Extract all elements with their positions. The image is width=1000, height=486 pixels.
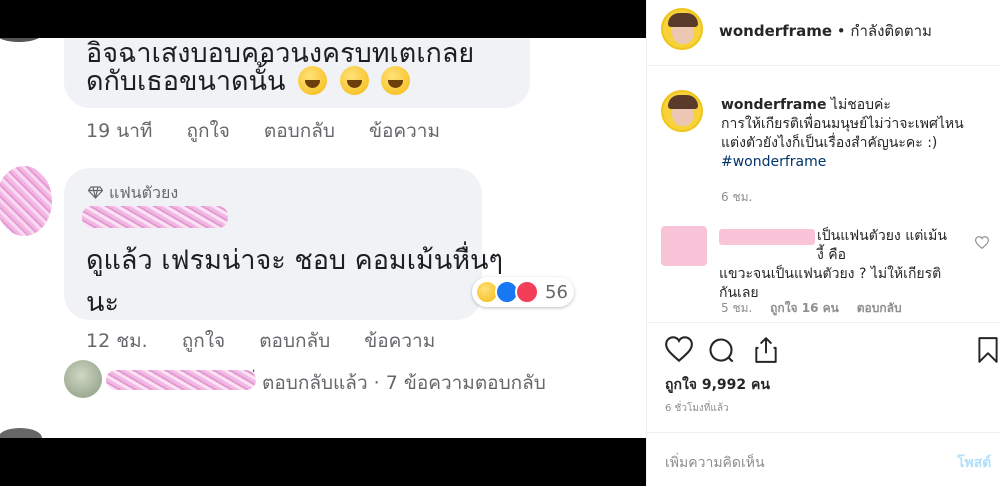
add-comment-bar: เพิ่มความคิดเห็น โพสต์: [647, 432, 1000, 486]
comment-meta: 5 ชม. ถูกใจ 16 คน ตอบกลับ: [721, 299, 916, 318]
facebook-comments-screenshot: อิจฉาเสงบอบคอวนงครบทเตเกลย ดกับเธอขนาดนั…: [0, 0, 646, 486]
message-link[interactable]: ข้อความ: [369, 120, 440, 142]
caption-time: 6 ชม.: [721, 190, 753, 204]
comment-meta: 12 ชม. ถูกใจ ตอบกลับ ข้อความ: [86, 326, 463, 356]
hashtag-link[interactable]: #wonderframe: [721, 154, 826, 170]
replier-avatar[interactable]: [64, 360, 102, 398]
grinning-sweat-emoji-icon: [298, 66, 328, 95]
like-link[interactable]: ถูกใจ: [182, 330, 225, 352]
top-fan-badge: แฟนตัวยง: [88, 181, 178, 206]
divider: [647, 322, 1000, 323]
caption-username[interactable]: wonderframe: [721, 97, 826, 113]
like-link[interactable]: ถูกใจ: [186, 120, 229, 142]
caption-avatar[interactable]: [661, 90, 703, 132]
caption-line2: การให้เกียรติเพื่อนมนุษย์ไม่ว่าจะเพศไหน: [721, 116, 964, 132]
bottom-black-bar: [0, 438, 646, 486]
comment-meta: 19 นาที ถูกใจ ตอบกลับ ข้อความ: [86, 116, 468, 146]
reply-button[interactable]: ตอบกลับ: [857, 301, 902, 315]
comment-icon[interactable]: [707, 336, 735, 364]
reply-link[interactable]: ตอบกลับ: [259, 330, 330, 352]
reaction-summary[interactable]: 56: [472, 277, 574, 307]
comment-likes-link[interactable]: ถูกใจ 16 คน: [770, 301, 839, 315]
comment-time: 19 นาที: [86, 120, 153, 142]
diamond-icon: [88, 186, 103, 199]
comment-time: 12 ชม.: [86, 330, 148, 352]
comment-time: 5 ชม.: [721, 301, 753, 315]
commenter-avatar-blurred[interactable]: [661, 226, 707, 266]
comment-text-line1: ดูแล้ว เฟรมน่าจะ ชอบ คอมเม้นหื่นๆ: [86, 245, 503, 276]
comment-text-body: ดกับเธอขนาดนั้น: [86, 66, 286, 97]
username-link[interactable]: wonderframe: [719, 22, 832, 40]
like-comment-heart-icon[interactable]: [975, 236, 989, 249]
post-button[interactable]: โพสต์: [957, 452, 991, 474]
comment-text: เป็นแฟนตัวยง แต่เม้นงี้ คือ แขวะจนเป็นแฟ…: [719, 227, 949, 303]
post-header: wonderframe • กำลังติดตาม: [647, 0, 1000, 66]
profile-avatar[interactable]: [661, 8, 703, 50]
caption: wonderframe ไม่ชอบค่ะ การให้เกียรติเพื่อ…: [721, 96, 991, 172]
reaction-count: 56: [545, 281, 568, 303]
instagram-panel: wonderframe • กำลังติดตาม wonderframe ไม…: [646, 0, 1000, 486]
badge-label: แฟนตัวยง: [109, 183, 179, 202]
share-icon[interactable]: [753, 336, 779, 364]
post-time: 6 ชั่วโมงที่แล้ว: [665, 403, 729, 414]
following-status[interactable]: • กำลังติดตาม: [832, 22, 932, 40]
comment-text: ดกับเธอขนาดนั้น: [86, 64, 411, 100]
bookmark-icon[interactable]: [977, 336, 999, 364]
likes-count[interactable]: ถูกใจ 9,992 คน: [665, 374, 770, 396]
heart-icon[interactable]: [665, 336, 693, 362]
reply-link[interactable]: ตอบกลับ: [264, 120, 335, 142]
replier-name-blurred[interactable]: [106, 370, 256, 390]
caption-line3: แต่งตัวยังไงก็เป็นเรื่องสำคัญนะคะ :): [721, 135, 938, 151]
header-username-row: wonderframe • กำลังติดตาม: [719, 19, 932, 43]
grinning-sweat-emoji-icon: [339, 66, 369, 95]
love-reaction-icon: [515, 280, 539, 304]
comment-line1: เป็นแฟนตัวยง แต่เม้นงี้ คือ: [817, 228, 947, 263]
comment-line2: แขวะจนเป็นแฟนตัวยง ? ไม่ให้เกียรติ: [719, 266, 942, 282]
message-link[interactable]: ข้อความ: [364, 330, 435, 352]
view-replies-link[interactable]: ่ ตอบกลับแล้ว · 7 ข้อความตอบกลับ: [256, 368, 546, 398]
comment-text-line2: นะ: [86, 287, 119, 318]
add-comment-input[interactable]: เพิ่มความคิดเห็น: [665, 452, 765, 474]
avatar-blurred[interactable]: [0, 166, 52, 236]
author-name-blurred[interactable]: [82, 206, 228, 228]
top-black-bar: [0, 0, 646, 38]
caption-line1: ไม่ชอบค่ะ: [826, 97, 891, 113]
grinning-sweat-emoji-icon: [381, 66, 411, 95]
